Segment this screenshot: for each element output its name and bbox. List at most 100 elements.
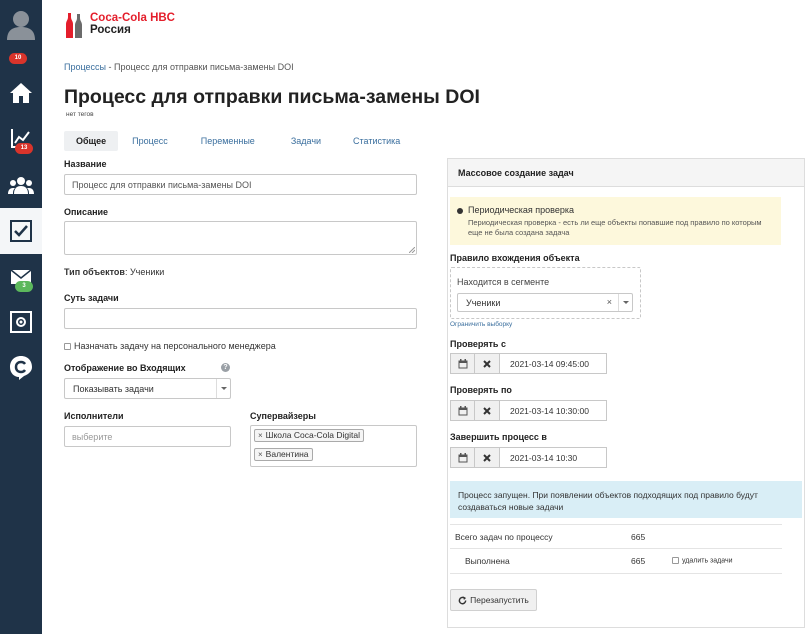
refresh-icon	[458, 595, 467, 604]
executors-label: Исполнители	[64, 411, 124, 421]
breadcrumb: Процессы - Процесс для отправки письма-з…	[64, 62, 294, 72]
executors-input[interactable]: выберите	[64, 426, 231, 447]
supervisors-label: Супервайзеры	[250, 411, 316, 421]
close-icon	[483, 359, 491, 368]
finish-input[interactable]: 2021-03-14 10:30	[500, 447, 607, 468]
supervisor-chip-label: Валентина	[265, 449, 309, 459]
object-type-label: Тип объектов	[64, 267, 125, 277]
name-input[interactable]: Процесс для отправки письма-замены DOI	[64, 174, 417, 195]
checkbox-tasks-icon	[10, 220, 32, 242]
help-icon[interactable]: ?	[221, 363, 230, 372]
divider	[450, 573, 782, 574]
total-tasks-value: 665	[631, 532, 646, 542]
brand-country: Россия	[90, 24, 131, 36]
page-title: Процесс для отправки письма-замены DOI	[64, 86, 480, 108]
tab-statistics[interactable]: Статистика	[341, 131, 412, 151]
rule-label: Правило вхождения объекта	[450, 253, 580, 263]
home-icon	[10, 83, 32, 103]
inbox-select-value: Показывать задачи	[73, 383, 154, 394]
sidebar: 10 13 3	[0, 0, 42, 634]
chip-remove-icon[interactable]: ×	[258, 450, 263, 459]
check-to-label: Проверять по	[450, 385, 512, 395]
tab-tasks[interactable]: Задачи	[279, 131, 333, 151]
delete-tasks-checkbox[interactable]	[672, 557, 679, 564]
user-avatar-icon	[7, 11, 35, 40]
tab-general[interactable]: Общее	[64, 131, 119, 151]
executors-placeholder: выберите	[72, 431, 113, 442]
tab-variables[interactable]: Переменные	[189, 131, 267, 151]
segment-label: Находится в сегменте	[457, 277, 550, 287]
sidebar-item-users[interactable]	[0, 168, 42, 202]
divider	[450, 548, 782, 549]
brand-name: Coca-Cola HBC	[90, 12, 175, 24]
breadcrumb-separator: -	[108, 62, 112, 72]
description-textarea[interactable]	[64, 221, 417, 255]
supervisors-input[interactable]: × Школа Coca-Cola Digital × Валентина	[250, 425, 417, 467]
task-label: Суть задачи	[64, 293, 119, 303]
segment-rule-box: Находится в сегменте Ученики ×	[450, 267, 641, 319]
divider	[450, 524, 782, 525]
panel-title: Массовое создание задач	[448, 159, 804, 187]
chevron-down-icon	[618, 294, 632, 311]
calendar-icon	[458, 405, 467, 415]
calendar-button[interactable]	[450, 447, 475, 468]
check-to-input[interactable]: 2021-03-14 10:30:00	[500, 400, 607, 421]
clear-date-button[interactable]	[475, 447, 500, 468]
breadcrumb-parent-link[interactable]: Процессы	[64, 62, 106, 72]
status-message: Процесс запущен. При появлении объектов …	[450, 481, 802, 518]
periodic-check-description: Периодическая проверка - есть ли еще объ…	[468, 218, 762, 237]
limit-selection-link[interactable]: Ограничить выборку	[450, 321, 512, 328]
inbox-select[interactable]: Показывать задачи	[64, 378, 231, 399]
main-content: Coca-Cola HBC Россия Процессы - Процесс …	[42, 0, 807, 634]
radio-selected-icon[interactable]	[457, 207, 463, 214]
done-tasks-value: 665	[631, 556, 646, 566]
sidebar-item-c-service[interactable]	[0, 352, 42, 384]
restart-button-label: Перезапустить	[470, 595, 529, 605]
chip-remove-icon[interactable]: ×	[258, 431, 263, 440]
object-type-value: : Ученики	[124, 267, 165, 277]
finish-datepicker: 2021-03-14 10:30	[450, 447, 607, 468]
resize-handle-icon[interactable]	[409, 247, 415, 253]
clear-date-button[interactable]	[475, 353, 500, 374]
c-logo-icon	[10, 356, 32, 380]
periodic-check-box: Периодическая проверка Периодическая про…	[450, 197, 781, 245]
assign-manager-option[interactable]: Назначать задачу на персонального менедж…	[64, 341, 276, 351]
supervisor-chip-label: Школа Coca-Cola Digital	[265, 430, 361, 440]
restart-button[interactable]: Перезапустить	[450, 589, 537, 611]
assign-manager-checkbox[interactable]	[64, 343, 71, 351]
check-from-label: Проверять с	[450, 339, 506, 349]
tags-label: нет тегов	[66, 111, 94, 118]
settings-icon	[10, 311, 32, 333]
clear-date-button[interactable]	[475, 400, 500, 421]
sidebar-item-tasks[interactable]	[0, 208, 42, 254]
tab-process[interactable]: Процесс	[120, 131, 180, 151]
object-type: Тип объектов: Ученики	[64, 267, 164, 277]
periodic-check-radio[interactable]: Периодическая проверка	[457, 205, 574, 215]
sidebar-item-profile[interactable]	[0, 4, 42, 44]
description-label: Описание	[64, 207, 109, 217]
delete-tasks-option[interactable]: удалить задачи	[672, 557, 733, 564]
assign-manager-label: Назначать задачу на персонального менедж…	[74, 341, 276, 351]
segment-select-value: Ученики	[466, 297, 501, 308]
close-icon	[483, 406, 491, 415]
chevron-down-icon	[216, 379, 230, 398]
sidebar-item-home[interactable]	[0, 76, 42, 110]
delete-tasks-label: удалить задачи	[682, 557, 733, 565]
supervisor-chip: × Валентина	[254, 448, 313, 461]
mail-badge: 3	[15, 281, 33, 292]
breadcrumb-current: Процесс для отправки письма-замены DOI	[114, 62, 294, 72]
name-label: Название	[64, 159, 107, 169]
bottles-logo-icon	[66, 13, 82, 38]
sidebar-item-settings[interactable]	[0, 308, 42, 336]
inbox-label: Отображение во Входящих	[64, 363, 186, 373]
bulk-task-panel: Массовое создание задач Периодическая пр…	[447, 158, 805, 628]
segment-select[interactable]: Ученики ×	[457, 293, 633, 312]
analytics-badge: 13	[15, 143, 33, 154]
calendar-button[interactable]	[450, 400, 475, 421]
check-from-input[interactable]: 2021-03-14 09:45:00	[500, 353, 607, 374]
clear-icon[interactable]: ×	[607, 297, 612, 307]
brand-logo[interactable]: Coca-Cola HBC Россия	[64, 12, 175, 38]
periodic-check-label: Периодическая проверка	[468, 205, 575, 215]
task-input[interactable]	[64, 308, 417, 329]
calendar-button[interactable]	[450, 353, 475, 374]
